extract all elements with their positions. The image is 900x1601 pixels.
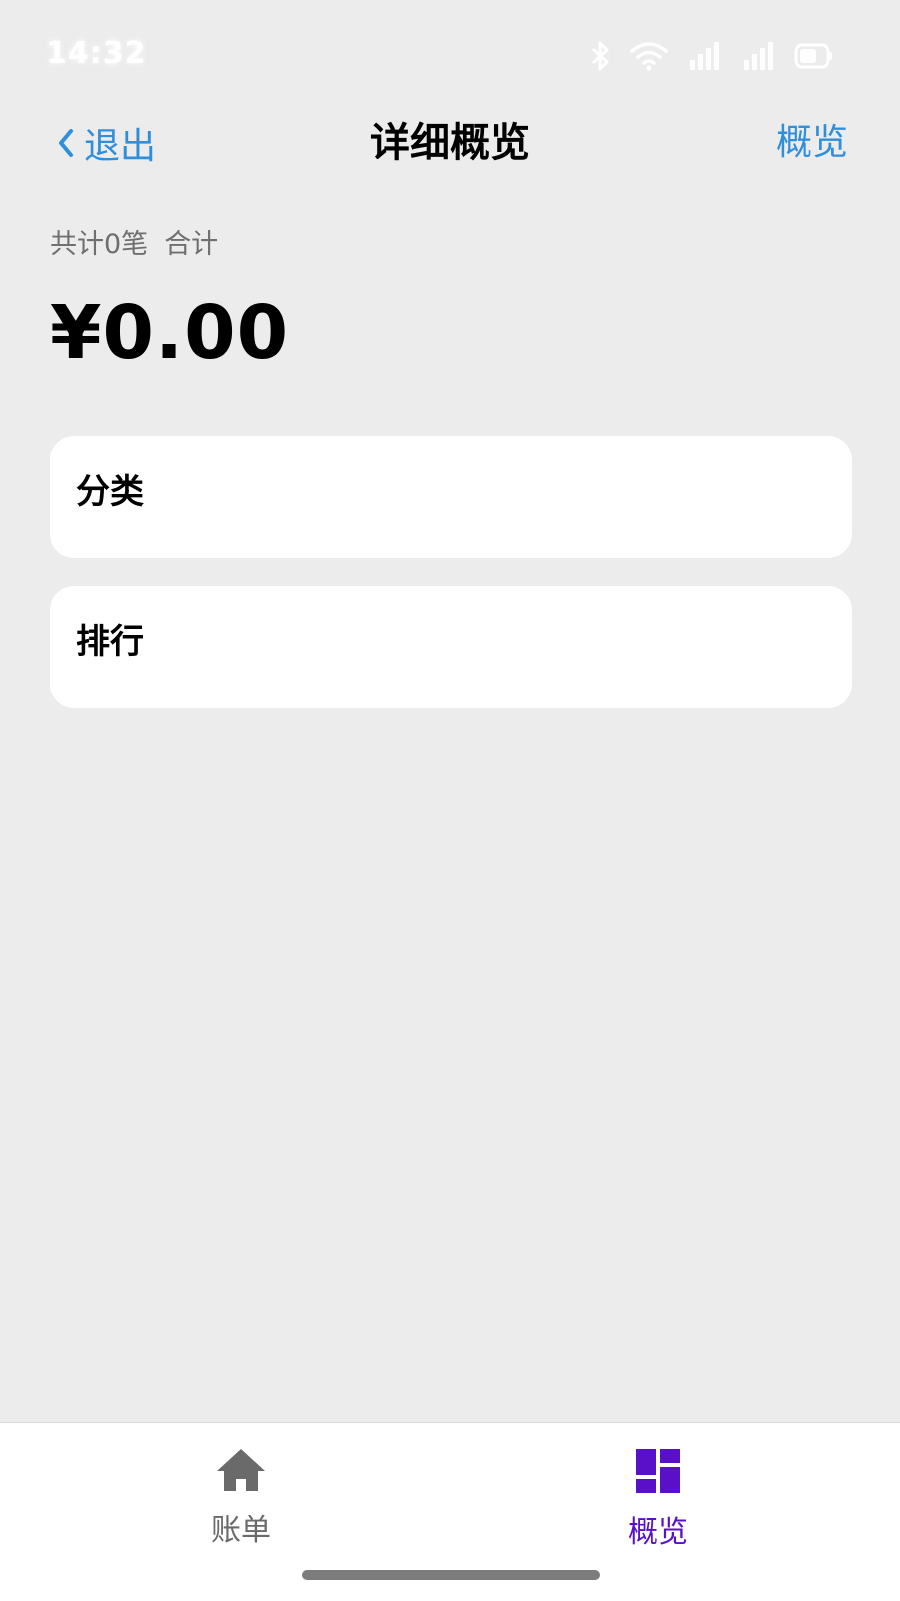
bluetooth-icon	[590, 40, 612, 72]
ranking-card[interactable]: 排行	[50, 586, 852, 708]
tab-bills[interactable]: 账单	[161, 1447, 321, 1549]
nav-bar: 退出 详细概览 概览	[0, 110, 900, 178]
tab-bills-label: 账单	[211, 1513, 271, 1548]
home-icon	[214, 1447, 268, 1497]
tab-overview-label: 概览	[628, 1515, 688, 1550]
home-indicator[interactable]	[302, 1570, 600, 1580]
status-time: 14:32	[46, 36, 147, 71]
overview-button[interactable]: 概览	[776, 118, 848, 168]
total-amount: ¥0.00	[50, 290, 290, 376]
summary-line: 共计0笔 合计	[50, 222, 218, 261]
category-card-title: 分类	[76, 472, 144, 512]
battery-icon	[794, 41, 834, 71]
chevron-left-icon	[56, 127, 76, 159]
total-label: 合计	[164, 229, 219, 260]
status-icons	[590, 36, 834, 76]
cellular-signal-icon	[686, 40, 722, 72]
cellular-signal-icon-2	[740, 40, 776, 72]
tab-overview[interactable]: 概览	[578, 1447, 738, 1551]
wifi-icon	[630, 41, 668, 71]
status-bar: 14:32	[0, 0, 900, 110]
ranking-card-title: 排行	[76, 622, 144, 662]
back-label: 退出	[84, 126, 157, 167]
category-card[interactable]: 分类	[50, 436, 852, 558]
back-button[interactable]: 退出	[56, 118, 156, 168]
transaction-count: 共计0笔	[50, 229, 149, 260]
dashboard-grid-icon	[634, 1447, 682, 1499]
